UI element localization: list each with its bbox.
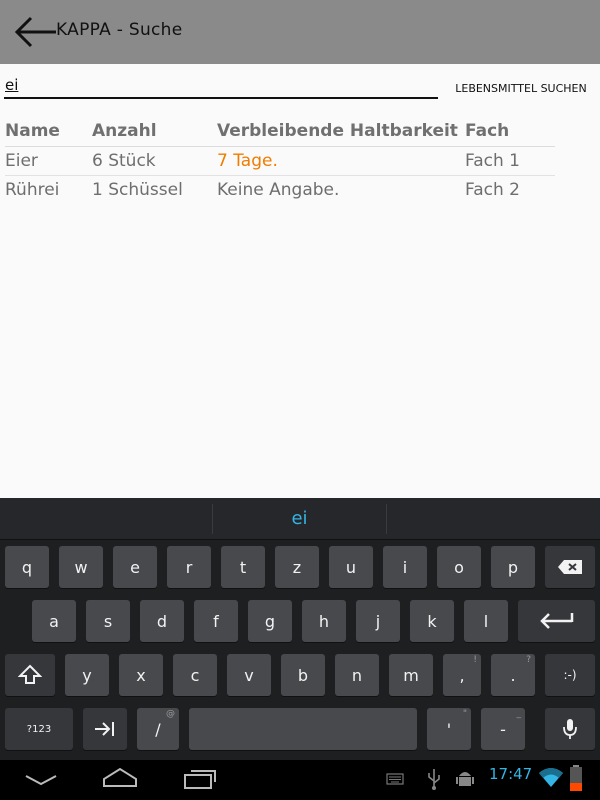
home-icon[interactable] bbox=[102, 766, 138, 788]
key-dash-hint: _ bbox=[516, 709, 522, 719]
back-arrow-icon bbox=[14, 16, 56, 48]
keyboard-status-icon bbox=[386, 773, 404, 785]
key-slash-label: / bbox=[155, 719, 161, 739]
key-i[interactable]: i bbox=[383, 546, 427, 588]
tab-icon bbox=[95, 722, 114, 736]
key-y[interactable]: y bbox=[65, 654, 109, 696]
enter-key[interactable] bbox=[518, 600, 595, 642]
key-b[interactable]: b bbox=[281, 654, 325, 696]
key-t[interactable]: t bbox=[221, 546, 265, 588]
backspace-key[interactable] bbox=[545, 546, 595, 588]
cell-shelf-life: 7 Tage. bbox=[217, 146, 465, 176]
cell-compartment: Fach 1 bbox=[465, 146, 555, 176]
header-count: Anzahl bbox=[92, 116, 217, 147]
key-apostrophe-label: ' bbox=[446, 719, 452, 739]
soft-keyboard: ei q w e r t z u i o p a s d f g h j k l bbox=[0, 498, 600, 760]
key-v[interactable]: v bbox=[227, 654, 271, 696]
suggestion-word[interactable]: ei bbox=[213, 508, 386, 529]
back-button[interactable] bbox=[12, 14, 58, 50]
header-shelf-life: Verbleibende Haltbarkeit bbox=[217, 116, 465, 147]
key-g[interactable]: g bbox=[248, 600, 292, 642]
wifi-icon bbox=[539, 768, 563, 787]
status-clock: 17:47 bbox=[489, 765, 533, 783]
cell-compartment: Fach 2 bbox=[465, 179, 520, 200]
key-j[interactable]: j bbox=[356, 600, 400, 642]
enter-icon bbox=[539, 613, 573, 629]
key-p[interactable]: p bbox=[491, 546, 535, 588]
cell-count: 1 Schüssel bbox=[92, 179, 183, 200]
mic-key[interactable] bbox=[545, 708, 595, 750]
key-d[interactable]: d bbox=[140, 600, 184, 642]
key-apostrophe-hint: " bbox=[462, 709, 467, 719]
action-bar: KAPPA - Suche bbox=[0, 0, 600, 64]
shift-icon bbox=[18, 664, 42, 684]
table-row[interactable]: Eier 6 Stück 7 Tage. Fach 1 bbox=[5, 146, 555, 176]
key-f[interactable]: f bbox=[194, 600, 238, 642]
screen: KAPPA - Suche LEBENSMITTEL SUCHEN Name A… bbox=[0, 0, 600, 800]
key-slash-hint: @ bbox=[166, 709, 175, 719]
key-period[interactable]: . ? bbox=[491, 654, 535, 696]
usb-icon bbox=[428, 769, 440, 790]
recent-apps-icon[interactable] bbox=[183, 766, 219, 790]
key-dash[interactable]: - _ bbox=[481, 708, 525, 750]
key-comma-hint: ! bbox=[473, 655, 477, 665]
table-header-row: Name Anzahl Verbleibende Haltbarkeit Fac… bbox=[5, 116, 555, 147]
suggestion-divider bbox=[386, 504, 387, 534]
tab-key[interactable] bbox=[83, 708, 127, 750]
key-k[interactable]: k bbox=[410, 600, 454, 642]
key-c[interactable]: c bbox=[173, 654, 217, 696]
key-x[interactable]: x bbox=[119, 654, 163, 696]
key-n[interactable]: n bbox=[335, 654, 379, 696]
backspace-icon bbox=[558, 560, 582, 574]
android-debug-icon bbox=[456, 772, 474, 786]
shift-key[interactable] bbox=[5, 654, 55, 696]
results-table: Name Anzahl Verbleibende Haltbarkeit Fac… bbox=[5, 116, 555, 204]
cell-count: 6 Stück bbox=[92, 146, 217, 176]
key-r[interactable]: r bbox=[167, 546, 211, 588]
page-title: KAPPA - Suche bbox=[56, 20, 183, 40]
key-comma[interactable]: , ! bbox=[443, 654, 481, 696]
hide-keyboard-icon[interactable] bbox=[24, 772, 58, 788]
table-row[interactable]: Rührei 1 Schüssel Keine Angabe. Fach 2 bbox=[5, 175, 555, 204]
key-dash-label: - bbox=[500, 719, 506, 739]
key-l[interactable]: l bbox=[464, 600, 508, 642]
key-comma-label: , bbox=[459, 665, 465, 685]
symbols-key[interactable]: ?123 bbox=[5, 708, 73, 750]
key-period-hint: ? bbox=[526, 655, 531, 665]
key-o[interactable]: o bbox=[437, 546, 481, 588]
cell-name: Rührei bbox=[5, 179, 60, 200]
header-compartment: Fach bbox=[465, 116, 555, 147]
key-m[interactable]: m bbox=[389, 654, 433, 696]
key-q[interactable]: q bbox=[5, 546, 49, 588]
search-input[interactable] bbox=[4, 72, 438, 99]
suggestion-strip: ei bbox=[0, 498, 600, 540]
header-name: Name bbox=[5, 116, 92, 147]
key-z[interactable]: z bbox=[275, 546, 319, 588]
key-slash[interactable]: / @ bbox=[137, 708, 179, 750]
cell-shelf-life: Keine Angabe. bbox=[217, 179, 340, 200]
search-food-button[interactable]: LEBENSMITTEL SUCHEN bbox=[446, 74, 596, 102]
space-key[interactable] bbox=[189, 708, 417, 750]
battery-icon bbox=[570, 765, 582, 791]
key-a[interactable]: a bbox=[32, 600, 76, 642]
key-period-label: . bbox=[510, 665, 516, 685]
smiley-key[interactable]: :-) bbox=[545, 654, 595, 696]
key-h[interactable]: h bbox=[302, 600, 346, 642]
mic-icon bbox=[563, 719, 577, 739]
key-e[interactable]: e bbox=[113, 546, 157, 588]
cell-name: Eier bbox=[5, 146, 92, 176]
key-u[interactable]: u bbox=[329, 546, 373, 588]
key-apostrophe[interactable]: ' " bbox=[427, 708, 471, 750]
key-w[interactable]: w bbox=[59, 546, 103, 588]
key-s[interactable]: s bbox=[86, 600, 130, 642]
